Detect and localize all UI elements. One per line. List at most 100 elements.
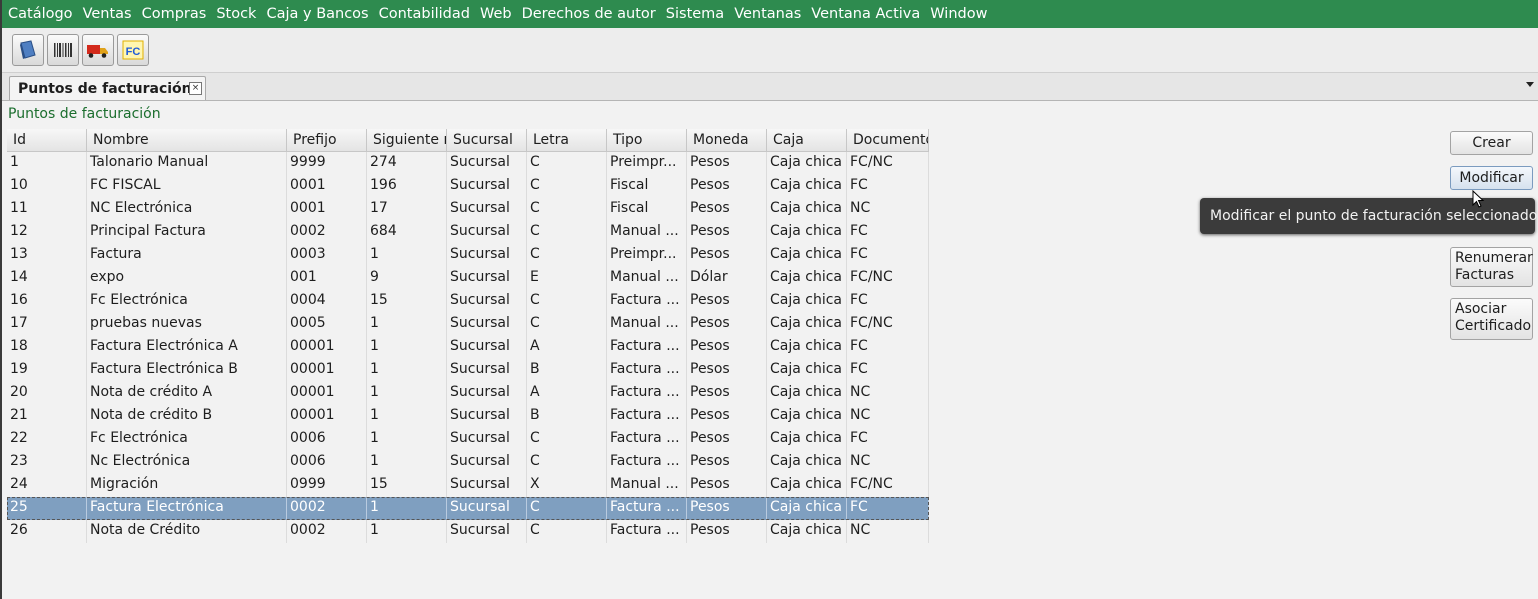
menu-item-ventanas[interactable]: Ventanas	[729, 6, 806, 22]
modificar-button[interactable]: Modificar	[1450, 166, 1533, 190]
cell-caja: Caja chica	[767, 474, 847, 497]
menu-item-window[interactable]: Window	[925, 6, 992, 22]
fc-icon-label: FC	[126, 46, 141, 58]
table-row[interactable]: 17 pruebas nuevas 0005 1 Sucursal C Manual ...…	[7, 313, 929, 336]
column-header-id[interactable]: Id	[7, 129, 87, 152]
table-row[interactable]: 24 Migración 0999 15 Sucursal X Manual ... Peso…	[7, 474, 929, 497]
cell-caja: Caja chica	[767, 382, 847, 405]
table-row[interactable]: 16 Fc Electrónica 0004 15 Sucursal C Factura .…	[7, 290, 929, 313]
menu-item-contabilidad[interactable]: Contabilidad	[374, 6, 475, 22]
table-row[interactable]: 18 Factura Electrónica A 00001 1 Sucursal A Fa…	[7, 336, 929, 359]
menu-item-ventana-activa[interactable]: Ventana Activa	[806, 6, 925, 22]
cell-siguiente: 1	[367, 382, 447, 405]
cell-caja: Caja chica	[767, 290, 847, 313]
menu-item-catálogo[interactable]: Catálogo	[2, 6, 78, 22]
cell-id: 19	[7, 359, 87, 382]
column-header-nombre[interactable]: Nombre	[87, 129, 287, 152]
barcode-icon	[54, 43, 72, 57]
cell-prefijo: 0002	[287, 221, 367, 244]
mouse-cursor-icon	[1472, 190, 1485, 208]
column-header-tipo[interactable]: Tipo	[607, 129, 687, 152]
cell-nombre: NC Electrónica	[87, 198, 287, 221]
table-row[interactable]: 12 Principal Factura 0002 684 Sucursal C Manua…	[7, 221, 929, 244]
cell-id: 1	[7, 152, 87, 175]
cell-nombre: Talonario Manual	[87, 152, 287, 175]
tab-puntos-de-facturacion[interactable]: Puntos de facturación ×	[9, 76, 206, 100]
table-row[interactable]: 11 NC Electrónica 0001 17 Sucursal C Fiscal Pes…	[7, 198, 929, 221]
menu-item-derechos-de-autor[interactable]: Derechos de autor	[517, 6, 661, 22]
cell-siguiente: 1	[367, 451, 447, 474]
table-header: Id Nombre Prefijo Siguiente n Sucursal Letra T…	[7, 129, 929, 152]
book-icon-button[interactable]	[12, 34, 44, 66]
cell-letra: C	[527, 290, 607, 313]
cell-letra: B	[527, 405, 607, 428]
cell-sucursal: Sucursal	[447, 267, 527, 290]
cell-caja: Caja chica	[767, 152, 847, 175]
cell-letra: C	[527, 428, 607, 451]
cell-moneda: Pesos	[687, 221, 767, 244]
cell-nombre: expo	[87, 267, 287, 290]
column-header-siguiente[interactable]: Siguiente n	[367, 129, 447, 152]
cell-id: 23	[7, 451, 87, 474]
cell-siguiente: 1	[367, 497, 447, 520]
table-row[interactable]: 22 Fc Electrónica 0006 1 Sucursal C Factura ..…	[7, 428, 929, 451]
column-header-sucursal[interactable]: Sucursal	[447, 129, 527, 152]
column-header-moneda[interactable]: Moneda	[687, 129, 767, 152]
table-row[interactable]: 20 Nota de crédito A 00001 1 Sucursal A Factur…	[7, 382, 929, 405]
delivery-truck-icon-button[interactable]	[82, 34, 114, 66]
table-row[interactable]: 19 Factura Electrónica B 00001 1 Sucursal B Fa…	[7, 359, 929, 382]
cell-caja: Caja chica	[767, 267, 847, 290]
table-row[interactable]: 21 Nota de crédito B 00001 1 Sucursal B Factur…	[7, 405, 929, 428]
menu-item-compras[interactable]: Compras	[137, 6, 212, 22]
cell-tipo: Factura ...	[607, 405, 687, 428]
table-row[interactable]: 10 FC FISCAL 0001 196 Sucursal C Fiscal Pesos Ca…	[7, 175, 929, 198]
invoice-points-table: Id Nombre Prefijo Siguiente n Sucursal Letra T…	[7, 129, 929, 543]
menu-item-caja-y-bancos[interactable]: Caja y Bancos	[261, 6, 373, 22]
cell-sucursal: Sucursal	[447, 313, 527, 336]
column-header-documento[interactable]: Documento	[847, 129, 929, 152]
cell-sucursal: Sucursal	[447, 520, 527, 543]
cell-id: 17	[7, 313, 87, 336]
asociar-certificado-button[interactable]: Asociar Certificado	[1450, 298, 1533, 340]
table-row[interactable]: 26 Nota de Crédito 0002 1 Sucursal C Factura .…	[7, 520, 929, 543]
cell-sucursal: Sucursal	[447, 198, 527, 221]
table-row[interactable]: 25 Factura Electrónica 0002 1 Sucursal C Factu…	[7, 497, 929, 520]
cell-letra: B	[527, 359, 607, 382]
cell-nombre: Factura Electrónica B	[87, 359, 287, 382]
cell-tipo: Factura ...	[607, 520, 687, 543]
cell-documento: FC/NC	[847, 267, 929, 290]
cell-id: 24	[7, 474, 87, 497]
table-row[interactable]: 1 Talonario Manual 9999 274 Sucursal C Preimpr…	[7, 152, 929, 175]
column-header-letra[interactable]: Letra	[527, 129, 607, 152]
menu-item-ventas[interactable]: Ventas	[78, 6, 137, 22]
table-row[interactable]: 13 Factura 0003 1 Sucursal C Preimpr... Pesos Ca…	[7, 244, 929, 267]
cell-caja: Caja chica	[767, 175, 847, 198]
cell-nombre: Nc Electrónica	[87, 451, 287, 474]
cell-letra: C	[527, 221, 607, 244]
cell-prefijo: 0004	[287, 290, 367, 313]
renumerar-facturas-button[interactable]: Renumerar Facturas	[1450, 247, 1533, 287]
column-header-prefijo[interactable]: Prefijo	[287, 129, 367, 152]
barcode-icon-button[interactable]	[47, 34, 79, 66]
cell-tipo: Fiscal	[607, 175, 687, 198]
chevron-down-icon[interactable]	[1526, 82, 1534, 87]
cell-moneda: Pesos	[687, 313, 767, 336]
menu-item-stock[interactable]: Stock	[211, 6, 261, 22]
column-header-caja[interactable]: Caja	[767, 129, 847, 152]
table-row[interactable]: 14 expo 001 9 Sucursal E Manual ... Dólar Caja c…	[7, 267, 929, 290]
cell-id: 20	[7, 382, 87, 405]
cell-id: 14	[7, 267, 87, 290]
menu-item-web[interactable]: Web	[475, 6, 517, 22]
cell-id: 13	[7, 244, 87, 267]
cell-tipo: Manual ...	[607, 313, 687, 336]
close-icon[interactable]: ×	[189, 82, 202, 95]
cell-sucursal: Sucursal	[447, 382, 527, 405]
cell-documento: NC	[847, 382, 929, 405]
cell-sucursal: Sucursal	[447, 497, 527, 520]
menu-item-sistema[interactable]: Sistema	[661, 6, 729, 22]
table-row[interactable]: 23 Nc Electrónica 0006 1 Sucursal C Factura ..…	[7, 451, 929, 474]
fc-invoice-icon-button[interactable]: FC	[117, 34, 149, 66]
menu-bar: Catálogo Ventas Compras Stock Caja y Bancos C…	[2, 0, 1538, 28]
cell-documento: NC	[847, 198, 929, 221]
crear-button[interactable]: Crear	[1450, 131, 1533, 155]
